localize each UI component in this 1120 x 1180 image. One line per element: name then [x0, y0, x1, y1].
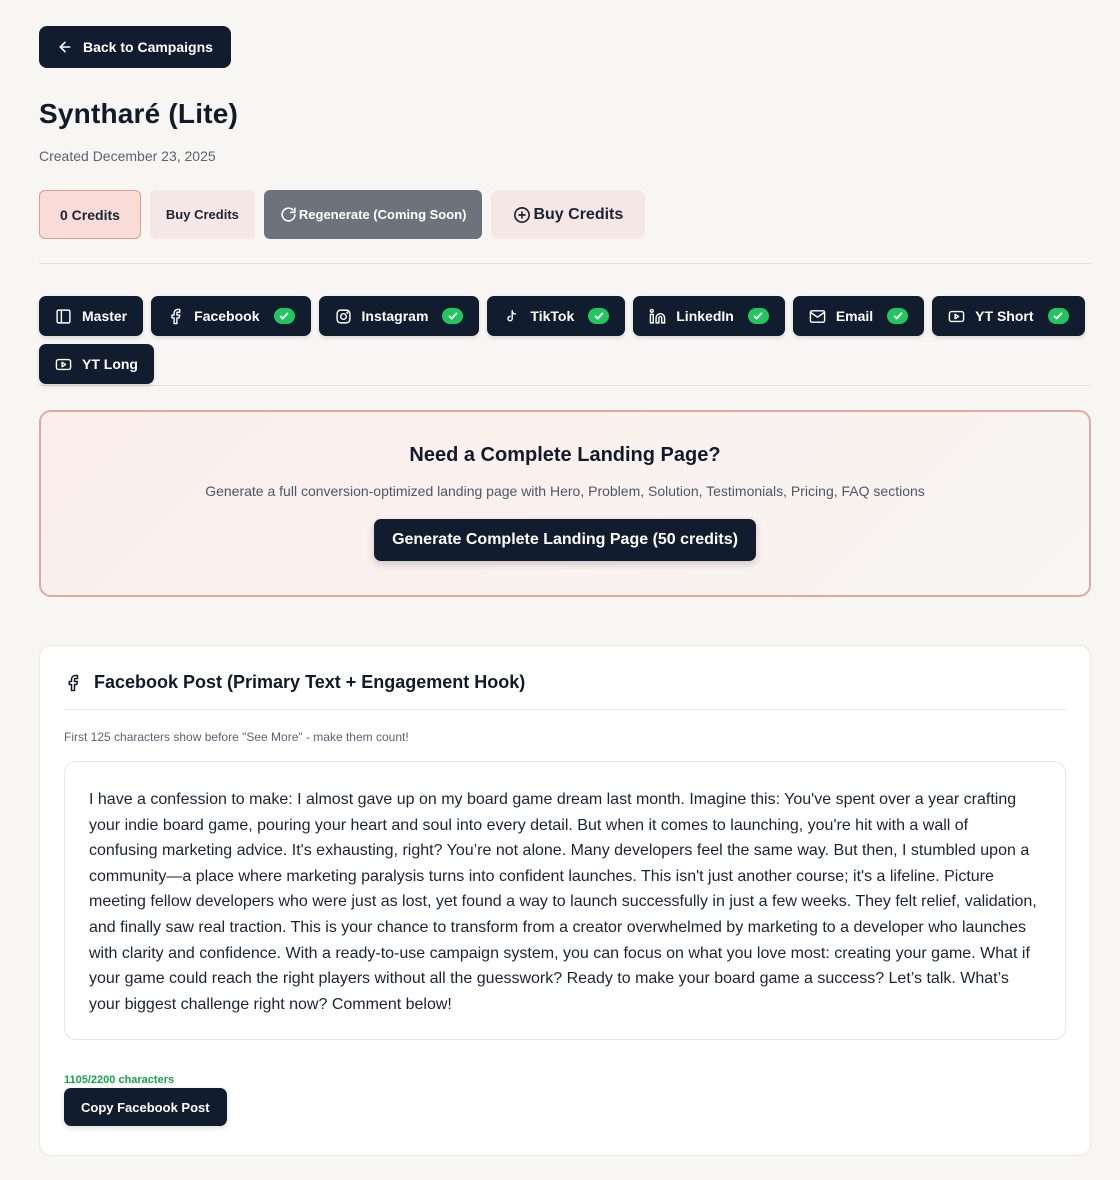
arrow-left-icon	[59, 41, 71, 53]
tab-yt-long[interactable]: YT Long	[39, 344, 154, 384]
refresh-icon	[281, 207, 296, 222]
regenerate-button[interactable]: Regenerate (Coming Soon)	[263, 190, 483, 239]
check-badge-icon	[887, 308, 909, 324]
youtube-icon	[55, 358, 72, 370]
tab-label: TikTok	[530, 308, 575, 324]
credits-badge: 0 Credits	[39, 190, 141, 239]
landing-title: Need a Complete Landing Page?	[409, 444, 721, 466]
tab-label: Master	[82, 308, 128, 324]
generate-landing-page-button[interactable]: Generate Complete Landing Page (50 credi…	[374, 519, 756, 561]
character-count: 1105/2200 characters	[64, 1074, 175, 1086]
copy-facebook-post-button[interactable]: Copy Facebook Post	[64, 1088, 227, 1126]
platform-tabs: Master Facebook Instagram TikTok LinkedI…	[39, 296, 1091, 384]
tab-master[interactable]: Master	[39, 296, 144, 336]
tab-label: YT Short	[975, 308, 1034, 324]
buy-credits-large-button[interactable]: Buy Credits	[491, 190, 646, 239]
check-badge-icon	[273, 308, 295, 324]
tab-label: YT Long	[82, 356, 138, 372]
tab-label: Email	[835, 308, 874, 324]
tab-label: LinkedIn	[676, 308, 734, 324]
post-hint: First 125 characters show before "See Mo…	[64, 730, 409, 744]
landing-description: Generate a full conversion-optimized lan…	[205, 483, 925, 499]
tab-linkedin[interactable]: LinkedIn	[633, 296, 785, 336]
post-title: Facebook Post (Primary Text + Engagement…	[94, 672, 526, 692]
post-text-box[interactable]: I have a confession to make: I almost ga…	[64, 761, 1066, 1040]
plus-circle-icon	[514, 206, 531, 223]
facebook-post-card: Facebook Post (Primary Text + Engagement…	[39, 645, 1091, 1156]
facebook-icon	[68, 674, 79, 691]
youtube-icon	[948, 310, 965, 322]
tab-label: Instagram	[361, 308, 429, 324]
back-to-campaigns-button[interactable]: Back to Campaigns	[39, 26, 231, 68]
tab-instagram[interactable]: Instagram	[318, 296, 480, 336]
mail-icon	[809, 309, 826, 323]
created-date: Created December 23, 2025	[39, 148, 216, 164]
divider	[39, 263, 1091, 264]
tab-email[interactable]: Email	[792, 296, 925, 336]
facebook-icon	[171, 308, 181, 324]
buy-credits-large-label: Buy Credits	[533, 205, 624, 223]
tiktok-icon	[507, 309, 517, 321]
tab-tiktok[interactable]: TikTok	[487, 296, 626, 336]
sidebar-icon	[56, 308, 71, 324]
tab-yt-short[interactable]: YT Short	[932, 296, 1085, 336]
check-badge-icon	[442, 308, 464, 324]
tab-facebook[interactable]: Facebook	[151, 296, 311, 336]
landing-page-promo: Need a Complete Landing Page? Generate a…	[39, 410, 1091, 597]
action-bar: 0 Credits Buy Credits Regenerate (Coming…	[39, 190, 1091, 239]
divider	[39, 385, 1091, 386]
instagram-icon	[335, 308, 351, 324]
buy-credits-button[interactable]: Buy Credits	[149, 190, 255, 239]
tab-label: Facebook	[194, 308, 260, 324]
check-badge-icon	[588, 308, 610, 324]
linkedin-icon	[649, 308, 666, 324]
regenerate-label: Regenerate (Coming Soon)	[298, 207, 467, 222]
post-text: I have a confession to make: I almost ga…	[89, 791, 1037, 1013]
check-badge-icon	[747, 308, 769, 324]
check-badge-icon	[1047, 308, 1069, 324]
page-title: Syntharé (Lite)	[39, 98, 239, 129]
card-header: Facebook Post (Primary Text + Engagement…	[64, 672, 1066, 710]
back-label: Back to Campaigns	[83, 39, 213, 55]
page: Back to Campaigns Syntharé (Lite) Create…	[39, 26, 1091, 1156]
